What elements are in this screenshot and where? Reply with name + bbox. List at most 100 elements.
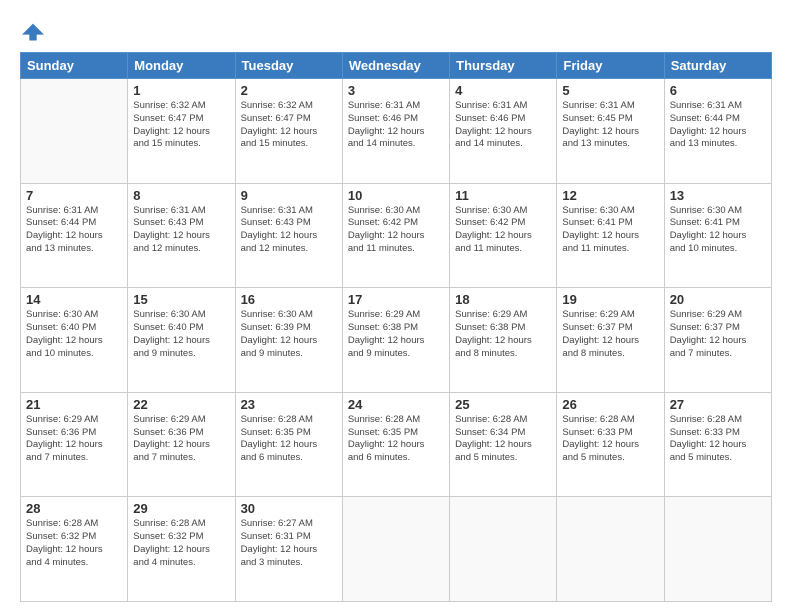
day-number: 29 <box>133 501 229 516</box>
day-number: 26 <box>562 397 658 412</box>
day-number: 3 <box>348 83 444 98</box>
calendar-cell: 18Sunrise: 6:29 AM Sunset: 6:38 PM Dayli… <box>450 288 557 393</box>
weekday-header-sunday: Sunday <box>21 53 128 79</box>
day-number: 7 <box>26 188 122 203</box>
calendar-cell: 14 Sunrise: 6:30 AM Sunset: 6:40 PM Dayli… <box>21 288 128 393</box>
day-info: Sunrise: 6:28 AM Sunset: 6:33 PM Dayligh… <box>670 414 766 465</box>
calendar-cell: 30Sunrise: 6:27 AM Sunset: 6:31 PM Dayli… <box>235 497 342 602</box>
day-info: Sunrise: 6:31 AM Sunset: 6:46 PM Dayligh… <box>348 100 444 151</box>
calendar-cell: 6 Sunrise: 6:31 AM Sunset: 6:44 PM Daylig… <box>664 79 771 184</box>
week-row-1: 1 Sunrise: 6:32 AM Sunset: 6:47 PM Daylig… <box>21 79 772 184</box>
calendar-cell <box>21 79 128 184</box>
weekday-header-row: SundayMondayTuesdayWednesdayThursdayFrid… <box>21 53 772 79</box>
calendar-cell <box>664 497 771 602</box>
calendar-cell: 20Sunrise: 6:29 AM Sunset: 6:37 PM Dayli… <box>664 288 771 393</box>
day-info: Sunrise: 6:28 AM Sunset: 6:34 PM Dayligh… <box>455 414 551 465</box>
calendar-cell: 27 Sunrise: 6:28 AM Sunset: 6:33 PM Dayli… <box>664 392 771 497</box>
calendar-cell: 16 Sunrise: 6:30 AM Sunset: 6:39 PM Dayli… <box>235 288 342 393</box>
weekday-header-wednesday: Wednesday <box>342 53 449 79</box>
week-row-5: 28 Sunrise: 6:28 AM Sunset: 6:32 PM Dayli… <box>21 497 772 602</box>
calendar-cell: 21Sunrise: 6:29 AM Sunset: 6:36 PM Dayli… <box>21 392 128 497</box>
calendar-cell: 5 Sunrise: 6:31 AM Sunset: 6:45 PM Daylig… <box>557 79 664 184</box>
day-number: 4 <box>455 83 551 98</box>
day-number: 21 <box>26 397 122 412</box>
day-info: Sunrise: 6:31 AM Sunset: 6:45 PM Dayligh… <box>562 100 658 151</box>
day-number: 13 <box>670 188 766 203</box>
calendar-cell: 13 Sunrise: 6:30 AM Sunset: 6:41 PM Dayli… <box>664 183 771 288</box>
logo <box>20 18 44 42</box>
calendar-cell: 24 Sunrise: 6:28 AM Sunset: 6:35 PM Dayli… <box>342 392 449 497</box>
calendar-cell: 22 Sunrise: 6:29 AM Sunset: 6:36 PM Dayli… <box>128 392 235 497</box>
calendar-cell: 29 Sunrise: 6:28 AM Sunset: 6:32 PM Dayli… <box>128 497 235 602</box>
logo-icon <box>22 20 44 42</box>
calendar-cell <box>557 497 664 602</box>
day-info: Sunrise: 6:29 AM Sunset: 6:36 PM Dayligh… <box>133 414 229 465</box>
day-number: 16 <box>241 292 337 307</box>
week-row-2: 7Sunrise: 6:31 AM Sunset: 6:44 PM Daylig… <box>21 183 772 288</box>
day-number: 12 <box>562 188 658 203</box>
day-number: 23 <box>241 397 337 412</box>
day-number: 24 <box>348 397 444 412</box>
day-number: 28 <box>26 501 122 516</box>
calendar-cell: 23 Sunrise: 6:28 AM Sunset: 6:35 PM Dayli… <box>235 392 342 497</box>
day-info: Sunrise: 6:31 AM Sunset: 6:44 PM Dayligh… <box>670 100 766 151</box>
day-number: 18 <box>455 292 551 307</box>
calendar-cell: 2 Sunrise: 6:32 AM Sunset: 6:47 PM Daylig… <box>235 79 342 184</box>
day-number: 22 <box>133 397 229 412</box>
weekday-header-tuesday: Tuesday <box>235 53 342 79</box>
week-row-4: 21 Sunrise: 6:29 AM Sunset: 6:36 PM Dayli… <box>21 392 772 497</box>
calendar-cell: 17 Sunrise: 6:29 AM Sunset: 6:38 PM Dayli… <box>342 288 449 393</box>
calendar-cell: 8 Sunrise: 6:31 AM Sunset: 6:43 PM Daylig… <box>128 183 235 288</box>
day-info: Sunrise: 6:31 AM Sunset: 6:43 PM Dayligh… <box>241 205 337 256</box>
calendar-cell: 7Sunrise: 6:31 AM Sunset: 6:44 PM Daylig… <box>21 183 128 288</box>
weekday-header-monday: Monday <box>128 53 235 79</box>
day-info: Sunrise: 6:28 AM Sunset: 6:32 PM Dayligh… <box>133 518 229 569</box>
day-info: Sunrise: 6:30 AM Sunset: 6:42 PM Dayligh… <box>348 205 444 256</box>
day-info: Sunrise: 6:29 AM Sunset: 6:37 PM Dayligh… <box>562 309 658 360</box>
day-info: Sunrise: 6:30 AM Sunset: 6:42 PM Dayligh… <box>455 205 551 256</box>
day-number: 14 <box>26 292 122 307</box>
day-info: Sunrise: 6:31 AM Sunset: 6:46 PM Dayligh… <box>455 100 551 151</box>
day-info: Sunrise: 6:28 AM Sunset: 6:35 PM Dayligh… <box>241 414 337 465</box>
day-number: 27 <box>670 397 766 412</box>
day-number: 6 <box>670 83 766 98</box>
day-info: Sunrise: 6:32 AM Sunset: 6:47 PM Dayligh… <box>241 100 337 151</box>
day-info: Sunrise: 6:29 AM Sunset: 6:38 PM Dayligh… <box>348 309 444 360</box>
day-info: Sunrise: 6:29 AM Sunset: 6:37 PM Dayligh… <box>670 309 766 360</box>
day-info: Sunrise: 6:30 AM Sunset: 6:39 PM Dayligh… <box>241 309 337 360</box>
calendar-table: SundayMondayTuesdayWednesdayThursdayFrid… <box>20 52 772 602</box>
day-info: Sunrise: 6:28 AM Sunset: 6:35 PM Dayligh… <box>348 414 444 465</box>
day-number: 8 <box>133 188 229 203</box>
day-info: Sunrise: 6:30 AM Sunset: 6:41 PM Dayligh… <box>562 205 658 256</box>
calendar-cell: 1Sunrise: 6:32 AM Sunset: 6:47 PM Daylig… <box>128 79 235 184</box>
calendar-cell <box>450 497 557 602</box>
weekday-header-saturday: Saturday <box>664 53 771 79</box>
day-number: 1 <box>133 83 229 98</box>
calendar-cell: 4 Sunrise: 6:31 AM Sunset: 6:46 PM Daylig… <box>450 79 557 184</box>
calendar-cell <box>342 497 449 602</box>
calendar-cell: 10 Sunrise: 6:30 AM Sunset: 6:42 PM Dayli… <box>342 183 449 288</box>
day-number: 10 <box>348 188 444 203</box>
day-number: 17 <box>348 292 444 307</box>
weekday-header-friday: Friday <box>557 53 664 79</box>
calendar-cell: 15 Sunrise: 6:30 AM Sunset: 6:40 PM Dayli… <box>128 288 235 393</box>
calendar-cell: 19Sunrise: 6:29 AM Sunset: 6:37 PM Dayli… <box>557 288 664 393</box>
calendar-cell: 11 Sunrise: 6:30 AM Sunset: 6:42 PM Dayli… <box>450 183 557 288</box>
day-info: Sunrise: 6:30 AM Sunset: 6:41 PM Dayligh… <box>670 205 766 256</box>
calendar-cell: 25Sunrise: 6:28 AM Sunset: 6:34 PM Dayli… <box>450 392 557 497</box>
day-info: Sunrise: 6:31 AM Sunset: 6:43 PM Dayligh… <box>133 205 229 256</box>
day-number: 2 <box>241 83 337 98</box>
day-number: 5 <box>562 83 658 98</box>
week-row-3: 14 Sunrise: 6:30 AM Sunset: 6:40 PM Dayli… <box>21 288 772 393</box>
day-info: Sunrise: 6:30 AM Sunset: 6:40 PM Dayligh… <box>26 309 122 360</box>
day-number: 9 <box>241 188 337 203</box>
day-number: 11 <box>455 188 551 203</box>
calendar-cell: 28Sunrise: 6:28 AM Sunset: 6:32 PM Dayli… <box>21 497 128 602</box>
header <box>20 18 772 42</box>
day-number: 15 <box>133 292 229 307</box>
page: SundayMondayTuesdayWednesdayThursdayFrid… <box>0 0 792 612</box>
day-info: Sunrise: 6:27 AM Sunset: 6:31 PM Dayligh… <box>241 518 337 569</box>
day-info: Sunrise: 6:28 AM Sunset: 6:33 PM Dayligh… <box>562 414 658 465</box>
calendar-cell: 12 Sunrise: 6:30 AM Sunset: 6:41 PM Dayli… <box>557 183 664 288</box>
day-info: Sunrise: 6:30 AM Sunset: 6:40 PM Dayligh… <box>133 309 229 360</box>
